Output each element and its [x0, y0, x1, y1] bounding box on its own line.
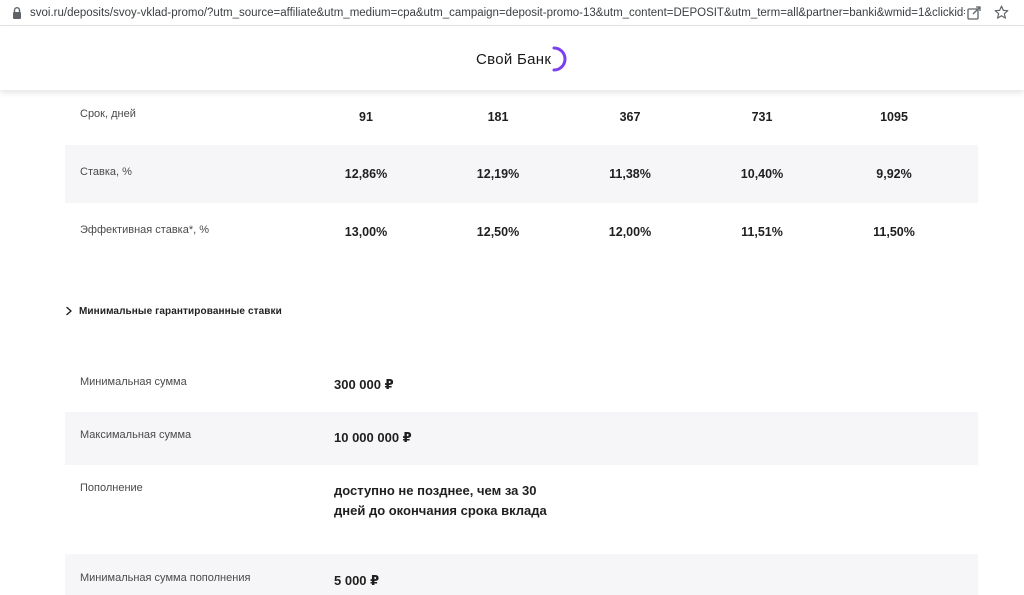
lock-icon[interactable] — [10, 6, 24, 20]
min-amount-label: Минимальная сумма — [80, 376, 187, 388]
effective-rate-cell: 11,50% — [873, 225, 915, 239]
bookmark-star-icon[interactable] — [993, 4, 1010, 21]
rate-cell: 10,40% — [740, 167, 784, 181]
bank-logo[interactable]: Свой Банк — [476, 45, 568, 73]
effective-rate-label: Эффективная ставка*, % — [80, 224, 210, 236]
max-amount-value: 10 000 000 ₽ — [334, 430, 412, 445]
term-cell: 91 — [359, 110, 373, 124]
rate-cell: 12,86% — [344, 167, 388, 181]
term-cell: 367 — [619, 110, 641, 124]
rate-cell: 11,38% — [609, 167, 651, 181]
rate-cell: 9,92% — [876, 167, 912, 181]
site-header: Свой Банк — [0, 27, 1024, 90]
term-cell: 1095 — [880, 110, 908, 124]
term-row: Срок, дней 91 181 367 731 1095 — [65, 90, 978, 145]
rate-row: Ставка, % 12,86% 12,19% 11,38% 10,40% 9,… — [65, 145, 978, 203]
guaranteed-rates-toggle[interactable]: Минимальные гарантированные ставки — [64, 304, 282, 318]
logo-text: Свой Банк — [476, 50, 552, 68]
chevron-right-icon — [66, 306, 72, 316]
rate-cell: 12,19% — [476, 167, 520, 181]
effective-rate-cell: 12,50% — [476, 225, 520, 239]
effective-rate-row: Эффективная ставка*, % 13,00% 12,50% 12,… — [65, 203, 978, 258]
replenishment-label: Пополнение — [80, 482, 143, 494]
min-replenishment-label: Минимальная сумма пополнения — [80, 572, 251, 584]
min-replenishment-row: Минимальная сумма пополнения 5 000 ₽ — [65, 554, 978, 595]
rate-label: Ставка, % — [80, 166, 132, 178]
url-field[interactable]: svoi.ru/deposits/svoy-vklad-promo/?utm_s… — [30, 5, 965, 21]
browser-address-bar: svoi.ru/deposits/svoy-vklad-promo/?utm_s… — [0, 0, 1024, 26]
term-cell: 181 — [487, 110, 509, 124]
term-cell: 731 — [751, 110, 773, 124]
share-icon[interactable] — [966, 5, 982, 21]
max-amount-label: Максимальная сумма — [80, 429, 192, 441]
effective-rate-cell: 12,00% — [608, 225, 652, 239]
effective-rate-cell: 11,51% — [741, 225, 783, 239]
logo-arc-icon — [552, 46, 567, 72]
effective-rate-cell: 13,00% — [344, 225, 388, 239]
term-label: Срок, дней — [80, 108, 136, 120]
replenishment-row: Пополнение доступно не позднее, чем за 3… — [65, 465, 978, 554]
max-amount-row: Максимальная сумма 10 000 000 ₽ — [65, 412, 978, 465]
min-replenishment-value: 5 000 ₽ — [334, 573, 380, 588]
guaranteed-rates-label: Минимальные гарантированные ставки — [79, 305, 282, 317]
min-amount-value: 300 000 ₽ — [334, 377, 394, 392]
min-amount-row: Минимальная сумма 300 000 ₽ — [65, 358, 978, 412]
replenishment-value: доступно не позднее, чем за 30 дней до о… — [334, 483, 547, 518]
